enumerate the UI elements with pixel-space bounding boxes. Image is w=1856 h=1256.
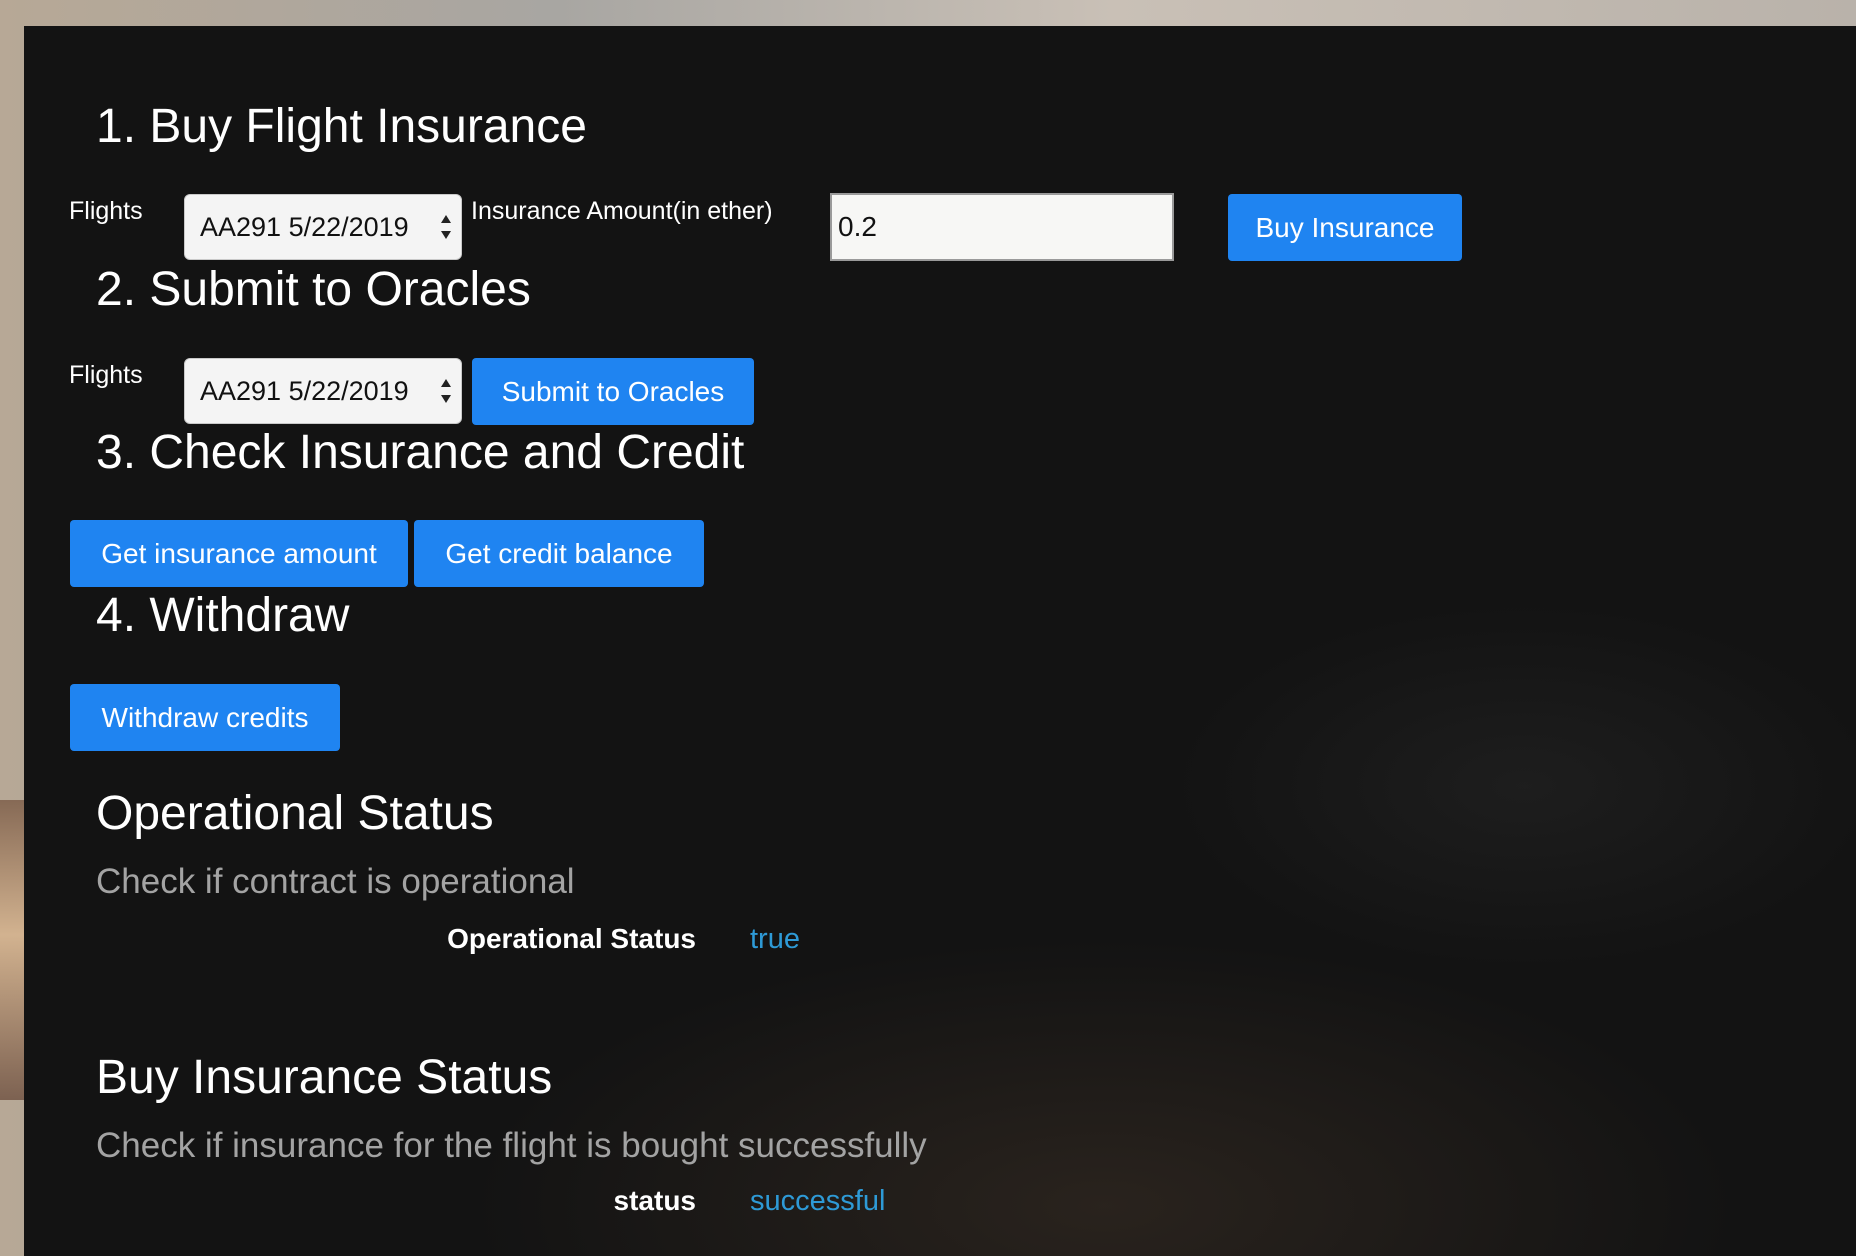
submit-flight-select-value: AA291 5/22/2019 [200,376,409,406]
withdraw-heading: 4. Withdraw [96,589,350,642]
dapp-panel: 1. Buy Flight Insurance Flights AA291 5/… [24,26,1856,1256]
operational-status-heading: Operational Status [96,787,494,840]
up-down-chevron-icon [441,215,451,239]
submit-oracles-heading: 2. Submit to Oracles [96,263,531,316]
buy-flight-select-value: AA291 5/22/2019 [200,212,409,242]
operational-status-subtitle: Check if contract is operational [96,862,575,901]
insurance-amount-label: Insurance Amount(in ether) [471,197,773,225]
get-insurance-amount-button[interactable]: Get insurance amount [70,520,408,587]
operational-status-value: true [750,923,800,955]
submit-to-oracles-button[interactable]: Submit to Oracles [472,358,754,425]
buy-insurance-status-value: successful [750,1185,886,1217]
submit-flight-select[interactable]: AA291 5/22/2019 [184,358,462,424]
check-insurance-credit-heading: 3. Check Insurance and Credit [96,426,745,479]
buy-insurance-status-subtitle: Check if insurance for the flight is bou… [96,1126,927,1165]
submit-flights-label: Flights [69,361,143,389]
get-credit-balance-button[interactable]: Get credit balance [414,520,704,587]
buy-insurance-button[interactable]: Buy Insurance [1228,194,1462,261]
buy-insurance-status-label: status [613,1185,696,1216]
buy-insurance-heading: 1. Buy Flight Insurance [96,100,587,153]
up-down-chevron-icon [441,379,451,403]
buy-flights-label: Flights [69,197,143,225]
operational-status-label: Operational Status [447,923,696,954]
buy-flight-select[interactable]: AA291 5/22/2019 [184,194,462,260]
buy-insurance-status-heading: Buy Insurance Status [96,1051,553,1104]
withdraw-credits-button[interactable]: Withdraw credits [70,684,340,751]
insurance-amount-input[interactable] [830,193,1174,261]
